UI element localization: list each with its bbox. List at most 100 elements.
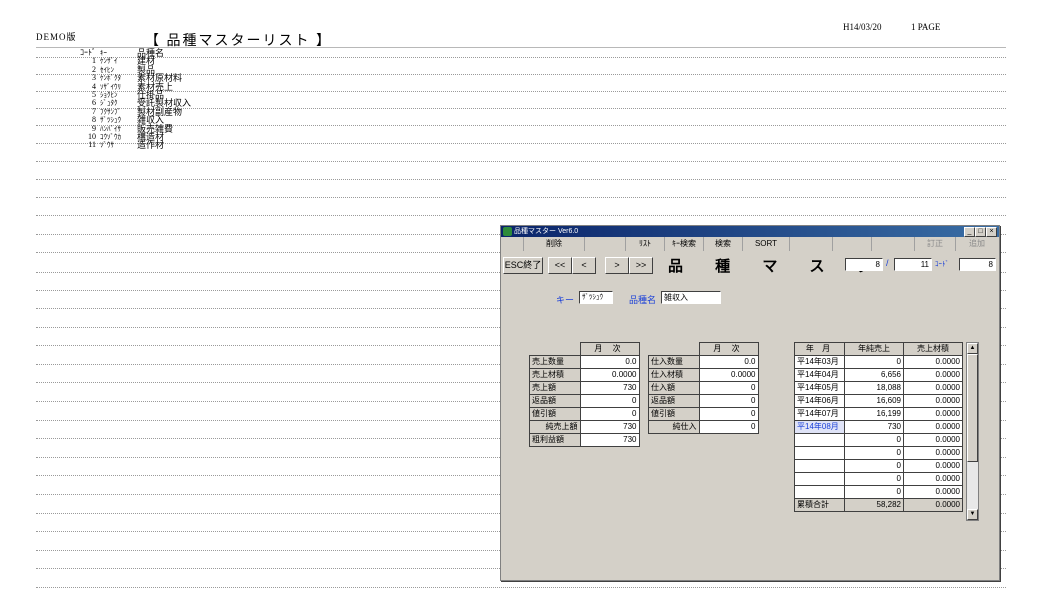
table-row[interactable]: 0 0.0000 xyxy=(794,446,963,460)
row-value: 0 xyxy=(579,407,640,421)
list-button[interactable]: ﾘｽﾄ xyxy=(626,237,665,251)
item-code: 7 xyxy=(92,106,96,116)
table-row[interactable]: 0 0.0000 xyxy=(794,472,963,486)
fkey-blank[interactable] xyxy=(501,237,524,251)
blank-cell xyxy=(529,342,580,356)
fkey-blank[interactable] xyxy=(833,237,872,251)
last-record-button[interactable]: >> xyxy=(629,257,653,274)
col-code-header: ｺｰﾄﾞ xyxy=(80,48,96,57)
list-item: 4 ｿｻﾞｲｳﾘ 素材売上 xyxy=(40,82,297,92)
report-list: ｺｰﾄﾞ ｷｰ 品種名 1 ｹﾝｻﾞｲ 建材 2 ｾｲﾋﾝ 製品 3 ｹﾝﾎﾞｸﾀ 素材原材… xyxy=(40,48,297,151)
next-record-button[interactable]: > xyxy=(605,257,629,274)
table-row[interactable]: 平14年07月 16,199 0.0000 xyxy=(794,407,963,421)
maximize-icon[interactable]: □ xyxy=(975,227,986,237)
report-header-rule xyxy=(36,47,1006,48)
esc-exit-button[interactable]: ESC終了 xyxy=(503,257,543,274)
table-row[interactable]: 平14年03月 0 0.0000 xyxy=(794,355,963,369)
month-cell xyxy=(794,485,845,499)
month-cell: 平14年04月 xyxy=(794,368,845,382)
table-row[interactable]: 平14年05月 18,088 0.0000 xyxy=(794,381,963,395)
prev-record-button[interactable]: < xyxy=(572,257,596,274)
row-label: 粗利益額 xyxy=(529,433,581,447)
delete-button[interactable]: 削除 xyxy=(524,237,585,251)
name-label: 品種名 xyxy=(629,295,657,305)
row-value: 0 xyxy=(698,420,759,434)
minimize-icon[interactable]: _ xyxy=(964,227,975,237)
report-list-header: ｺｰﾄﾞ ｷｰ 品種名 xyxy=(40,48,297,58)
row-label: 仕入数量 xyxy=(648,355,700,369)
table-row: 返品額 0 xyxy=(529,394,640,408)
volume-cell: 0.0000 xyxy=(903,433,963,447)
report-date: H14/03/20 xyxy=(843,22,882,32)
scroll-down-icon[interactable]: ▼ xyxy=(967,509,978,520)
row-label: 返品額 xyxy=(529,394,581,408)
item-key: ﾊﾝﾊﾞｲｻ xyxy=(100,124,121,133)
edit-button[interactable]: 訂正 xyxy=(915,237,956,251)
item-code: 3 xyxy=(92,73,96,83)
table-row: 純売上額 730 xyxy=(529,420,640,434)
table-row[interactable]: 0 0.0000 xyxy=(794,459,963,473)
table-row[interactable]: 平14年06月 16,609 0.0000 xyxy=(794,394,963,408)
sort-button[interactable]: SORT xyxy=(743,237,790,251)
scroll-thumb[interactable] xyxy=(967,354,978,462)
code-label: ｺｰﾄﾞ xyxy=(935,261,949,268)
total-volume: 0.0000 xyxy=(903,498,963,512)
row-label: 仕入材積 xyxy=(648,368,700,382)
fkey-blank[interactable] xyxy=(585,237,626,251)
name-field[interactable]: 雑収入 xyxy=(661,291,721,304)
row-value: 730 xyxy=(579,420,640,434)
close-icon[interactable]: × xyxy=(986,227,997,237)
rule xyxy=(36,215,1006,216)
sales-cell: 0 xyxy=(844,433,904,447)
row-value: 0.0 xyxy=(698,355,759,369)
table-row[interactable]: 0 0.0000 xyxy=(794,485,963,499)
search-button[interactable]: 検索 xyxy=(704,237,743,251)
item-code: 2 xyxy=(92,64,96,74)
row-value: 730 xyxy=(579,381,640,395)
table-row[interactable]: 0 0.0000 xyxy=(794,433,963,447)
col-sales-header: 年純売上 xyxy=(844,342,904,356)
add-button[interactable]: 追加 xyxy=(956,237,998,251)
hinshu-master-window: 品種マスター Ver6.0 _ □ × 削除 ﾘｽﾄ ｷｰ検索 検索 SORT … xyxy=(500,225,1000,581)
blank-cell xyxy=(648,342,699,356)
month-cell: 平14年05月 xyxy=(794,381,845,395)
key-label: キー xyxy=(556,295,575,305)
row-label: 純売上額 xyxy=(529,420,581,434)
sales-cell: 0 xyxy=(844,472,904,486)
fkey-blank[interactable] xyxy=(872,237,915,251)
key-field[interactable]: ｻﾞﾂｼｭｳ xyxy=(579,291,613,304)
list-item: 7 ﾌｸｻﾝﾌﾞ 製材副産物 xyxy=(40,106,297,117)
item-name: 造作材 xyxy=(137,140,165,151)
monthly-scrollbar[interactable]: ▲ ▼ xyxy=(966,342,979,521)
code-field[interactable]: 8 xyxy=(959,258,996,271)
table-row[interactable]: 平14年04月 6,656 0.0000 xyxy=(794,368,963,382)
table-row: 仕入数量 0.0 xyxy=(648,355,759,369)
row-value: 0.0 xyxy=(579,355,640,369)
item-name: 建材 xyxy=(137,56,156,67)
sales-cell: 16,609 xyxy=(844,394,904,408)
first-record-button[interactable]: << xyxy=(548,257,572,274)
row-value: 730 xyxy=(579,433,640,447)
item-key: ｼｮｸﾋﾝ xyxy=(100,90,118,99)
scroll-up-icon[interactable]: ▲ xyxy=(967,343,978,354)
table-row: 純仕入 0 xyxy=(648,420,759,434)
month-cell xyxy=(794,459,845,473)
sales-cell: 18,088 xyxy=(844,381,904,395)
item-code: 5 xyxy=(92,89,96,99)
row-value: 0 xyxy=(698,407,759,421)
purchase-table: 月 次 仕入数量 0.0 仕入材積 0.0000 仕入額 0 返品額 0 値引額 0 純仕… xyxy=(648,342,759,434)
row-label: 返品額 xyxy=(648,394,700,408)
monthly-table: 年 月 年純売上 売上材積 平14年03月 0 0.0000 平14年04月 6,65… xyxy=(794,342,963,512)
sales-table: 月 次 売上数量 0.0 売上材積 0.0000 売上額 730 返品額 0 値引額 0 … xyxy=(529,342,640,447)
window-title: 品種マスター Ver6.0 xyxy=(514,228,579,235)
table-row[interactable]: 平14年08月 730 0.0000 xyxy=(794,420,963,434)
table-row: 値引額 0 xyxy=(529,407,640,421)
window-titlebar[interactable]: 品種マスター Ver6.0 _ □ × xyxy=(501,226,999,237)
item-code: 11 xyxy=(88,140,96,150)
fkey-blank[interactable] xyxy=(790,237,833,251)
key-search-button[interactable]: ｷｰ検索 xyxy=(665,237,704,251)
table-row: 返品額 0 xyxy=(648,394,759,408)
sales-cell: 0 xyxy=(844,459,904,473)
rule xyxy=(36,587,1006,588)
sales-cell: 16,199 xyxy=(844,407,904,421)
